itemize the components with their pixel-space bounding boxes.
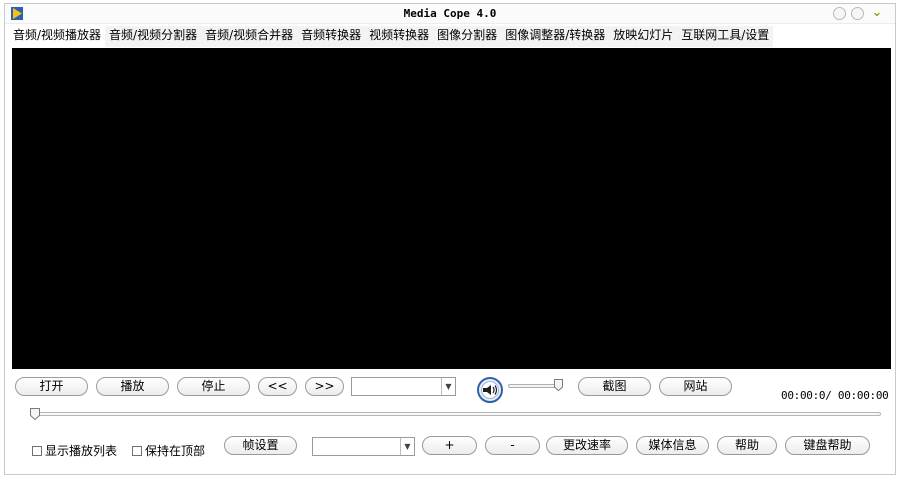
stay-on-top-label: 保持在顶部: [145, 444, 206, 458]
frame-settings-button[interactable]: 帧设置: [224, 436, 297, 455]
time-display: 00:00:0/ 00:00:00: [781, 389, 889, 402]
decrease-button[interactable]: -: [485, 436, 540, 455]
website-button[interactable]: 网站: [659, 377, 732, 396]
tab-av-splitter[interactable]: 音频/视频分割器: [105, 26, 202, 47]
seek-bar[interactable]: [35, 412, 881, 416]
tab-image-resizer[interactable]: 图像调整器/转换器: [501, 26, 610, 47]
tab-bar: 音频/视频播放器 音频/视频分割器 音频/视频合并器 音频转换器 视频转换器 图…: [9, 26, 774, 47]
media-info-button[interactable]: 媒体信息: [636, 436, 709, 455]
previous-button[interactable]: <<: [258, 377, 297, 396]
speed-select[interactable]: ▼: [312, 437, 415, 456]
open-button[interactable]: 打开: [15, 377, 88, 396]
window-title: Media Cope 4.0: [403, 7, 497, 20]
show-playlist-label: 显示播放列表: [45, 444, 118, 458]
title-bar: Media Cope 4.0 ⌄: [5, 4, 895, 24]
tab-av-player[interactable]: 音频/视频播放器: [9, 26, 106, 47]
volume-slider[interactable]: [508, 384, 558, 388]
tab-slideshow[interactable]: 放映幻灯片: [609, 26, 678, 47]
change-speed-button[interactable]: 更改速率: [546, 436, 628, 455]
tab-audio-converter[interactable]: 音频转换器: [297, 26, 366, 47]
keyboard-help-button[interactable]: 键盘帮助: [785, 436, 870, 455]
checkbox-box[interactable]: [32, 445, 42, 456]
next-button[interactable]: >>: [305, 377, 344, 396]
seek-handle[interactable]: [30, 408, 40, 420]
maximize-button[interactable]: [851, 7, 864, 20]
screenshot-button[interactable]: 截图: [578, 377, 651, 396]
chevron-down-icon: ▼: [400, 438, 414, 455]
close-icon[interactable]: ⌄: [870, 6, 884, 20]
stop-button[interactable]: 停止: [177, 377, 250, 396]
playlist-select[interactable]: ▼: [351, 377, 456, 396]
tab-internet-tools[interactable]: 互联网工具/设置: [677, 26, 774, 47]
tab-av-merger[interactable]: 音频/视频合并器: [201, 26, 298, 47]
minimize-button[interactable]: [833, 7, 846, 20]
video-display[interactable]: [12, 48, 891, 369]
chevron-down-icon: ▼: [441, 378, 455, 395]
show-playlist-checkbox[interactable]: 显示播放列表: [32, 442, 117, 459]
volume-slider-handle[interactable]: [554, 379, 563, 391]
checkbox-box[interactable]: [132, 445, 142, 456]
stay-on-top-checkbox[interactable]: 保持在顶部: [132, 442, 205, 459]
speaker-icon[interactable]: [475, 377, 505, 403]
increase-button[interactable]: +: [422, 436, 477, 455]
tab-video-converter[interactable]: 视频转换器: [365, 26, 434, 47]
tab-image-splitter[interactable]: 图像分割器: [433, 26, 502, 47]
play-button[interactable]: 播放: [96, 377, 169, 396]
help-button[interactable]: 帮助: [717, 436, 777, 455]
app-window: Media Cope 4.0 ⌄ 音频/视频播放器 音频/视频分割器 音频/视频…: [4, 3, 896, 475]
